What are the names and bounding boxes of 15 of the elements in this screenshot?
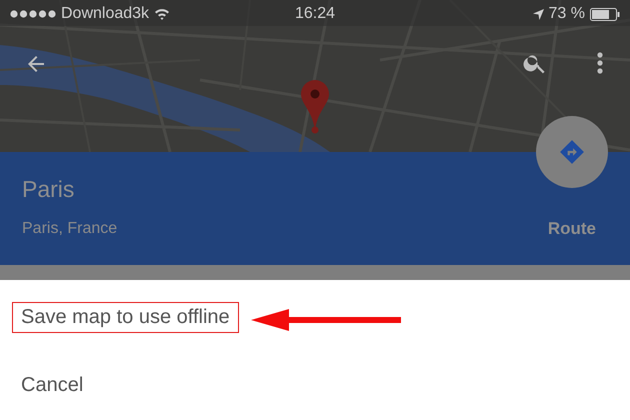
menu-item[interactable]: Save map to use offline (12, 302, 239, 333)
battery-icon (590, 8, 620, 20)
carrier-name: Download3k (61, 5, 150, 23)
signal-icon (10, 10, 56, 18)
place-address: Paris, France (22, 220, 118, 238)
more-options-button[interactable] (595, 50, 605, 76)
clock-time: 16:24 (294, 5, 336, 23)
location-arrow-icon (532, 8, 544, 20)
directions-icon (559, 139, 585, 165)
map-pin-icon (300, 80, 330, 134)
wifi-icon (154, 8, 170, 20)
battery-percentage: 73 % (548, 5, 585, 23)
more-icon (597, 52, 603, 74)
menu-item[interactable]: Cancel (12, 370, 92, 401)
place-name: Paris (22, 176, 76, 203)
